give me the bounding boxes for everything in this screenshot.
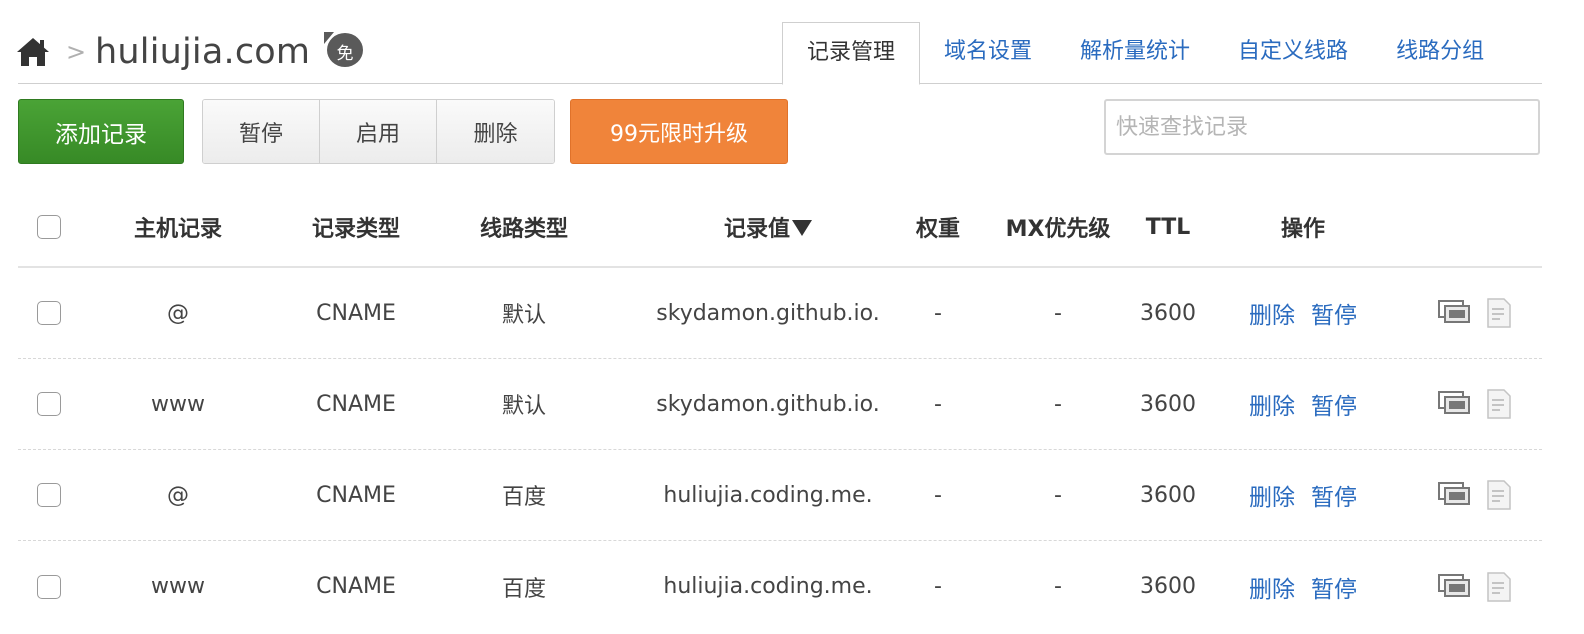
record-search-input[interactable] bbox=[1104, 99, 1540, 155]
add-record-button[interactable]: 添加记录 bbox=[18, 99, 184, 164]
ops-cell: 删除 暂停 bbox=[1228, 268, 1378, 358]
row-icons bbox=[1438, 450, 1534, 540]
column-header-value-label: 记录值 bbox=[723, 217, 790, 242]
type-cell[interactable]: CNAME bbox=[286, 268, 426, 358]
remark-icon[interactable] bbox=[1486, 298, 1512, 328]
breadcrumb-separator: > bbox=[66, 38, 87, 66]
row-checkbox[interactable] bbox=[37, 301, 61, 325]
free-plan-badge: 免 bbox=[324, 30, 366, 70]
value-cell[interactable]: skydamon.github.io. bbox=[608, 359, 928, 449]
remark-icon[interactable] bbox=[1486, 389, 1512, 419]
monitor-icon[interactable] bbox=[1438, 573, 1472, 600]
delete-record-link[interactable]: 删除 bbox=[1249, 296, 1295, 330]
row-checkbox[interactable] bbox=[37, 392, 61, 416]
delete-record-link[interactable]: 删除 bbox=[1249, 478, 1295, 512]
column-header-ops: 操作 bbox=[1280, 217, 1325, 242]
enable-button[interactable]: 启用 bbox=[320, 100, 437, 163]
row-checkbox[interactable] bbox=[37, 574, 61, 599]
domain-title: huliujia.com bbox=[95, 32, 311, 72]
mx-cell[interactable]: - bbox=[993, 268, 1123, 358]
weight-cell: - bbox=[934, 391, 942, 417]
value-cell[interactable]: skydamon.github.io. bbox=[608, 268, 928, 358]
line-cell[interactable]: 默认 bbox=[454, 268, 594, 358]
line-cell[interactable]: 百度 bbox=[454, 541, 594, 632]
row-checkbox[interactable] bbox=[37, 483, 61, 507]
mx-cell[interactable]: - bbox=[993, 541, 1123, 632]
table-header: 主机记录 记录类型 线路类型 记录值 权重 MX优先级 TTL 操作 bbox=[18, 188, 1542, 268]
home-icon[interactable] bbox=[16, 36, 50, 68]
ttl-cell[interactable]: 3600 bbox=[1128, 268, 1208, 358]
row-icons bbox=[1438, 268, 1534, 358]
column-header-mx: MX优先级 bbox=[1005, 217, 1111, 242]
monitor-icon[interactable] bbox=[1438, 482, 1472, 508]
table-row: www CNAME 默认 skydamon.github.io. - - 360… bbox=[18, 359, 1542, 450]
host-cell[interactable]: @ bbox=[110, 450, 246, 540]
bulk-action-group: 暂停 启用 删除 bbox=[202, 99, 555, 164]
column-header-weight: 权重 bbox=[915, 217, 960, 242]
host-cell[interactable]: @ bbox=[110, 268, 246, 358]
sort-desc-icon bbox=[792, 220, 812, 236]
value-cell[interactable]: huliujia.coding.me. bbox=[608, 450, 928, 540]
weight-cell: - bbox=[934, 482, 942, 508]
monitor-icon[interactable] bbox=[1438, 391, 1472, 417]
pause-record-link[interactable]: 暂停 bbox=[1311, 296, 1357, 330]
type-cell[interactable]: CNAME bbox=[286, 359, 426, 449]
remark-icon[interactable] bbox=[1486, 571, 1512, 602]
ops-cell: 删除 暂停 bbox=[1228, 541, 1378, 632]
header-divider bbox=[18, 83, 1542, 84]
weight-cell: - bbox=[934, 300, 942, 326]
row-icons bbox=[1438, 541, 1534, 632]
value-cell[interactable]: huliujia.coding.me. bbox=[608, 541, 928, 632]
line-cell[interactable]: 百度 bbox=[454, 450, 594, 540]
ttl-cell[interactable]: 3600 bbox=[1128, 359, 1208, 449]
column-header-value[interactable]: 记录值 bbox=[608, 188, 928, 266]
tab-line-groups[interactable]: 线路分组 bbox=[1372, 22, 1508, 84]
pause-record-link[interactable]: 暂停 bbox=[1311, 570, 1357, 604]
column-header-line[interactable]: 线路类型 bbox=[454, 188, 594, 266]
line-cell[interactable]: 默认 bbox=[454, 359, 594, 449]
type-cell[interactable]: CNAME bbox=[286, 541, 426, 632]
tab-custom-lines[interactable]: 自定义线路 bbox=[1214, 22, 1372, 84]
pause-record-link[interactable]: 暂停 bbox=[1311, 478, 1357, 512]
page-header: > huliujia.com 免 记录管理 域名设置 解析量统计 自定义线路 线… bbox=[0, 0, 1584, 86]
tab-record-management[interactable]: 记录管理 bbox=[782, 22, 921, 85]
table-row: @ CNAME 百度 huliujia.coding.me. - - 3600 … bbox=[18, 450, 1542, 541]
host-cell[interactable]: www bbox=[110, 359, 246, 449]
tab-domain-settings[interactable]: 域名设置 bbox=[920, 22, 1056, 84]
ttl-cell[interactable]: 3600 bbox=[1128, 450, 1208, 540]
free-plan-badge-text: 免 bbox=[336, 44, 354, 64]
pause-button[interactable]: 暂停 bbox=[203, 100, 320, 163]
host-cell[interactable]: www bbox=[110, 541, 246, 632]
delete-record-link[interactable]: 删除 bbox=[1249, 570, 1295, 604]
column-header-type[interactable]: 记录类型 bbox=[286, 188, 426, 266]
delete-record-link[interactable]: 删除 bbox=[1249, 387, 1295, 421]
column-header-ttl: TTL bbox=[1145, 214, 1191, 240]
records-table: 主机记录 记录类型 线路类型 记录值 权重 MX优先级 TTL 操作 @ CNA… bbox=[18, 188, 1542, 632]
monitor-icon[interactable] bbox=[1438, 300, 1472, 326]
ttl-cell[interactable]: 3600 bbox=[1128, 541, 1208, 632]
domain-tabs: 记录管理 域名设置 解析量统计 自定义线路 线路分组 bbox=[782, 22, 1508, 85]
ops-cell: 删除 暂停 bbox=[1228, 359, 1378, 449]
ops-cell: 删除 暂停 bbox=[1228, 450, 1378, 540]
pause-record-link[interactable]: 暂停 bbox=[1311, 387, 1357, 421]
remark-icon[interactable] bbox=[1486, 480, 1512, 510]
type-cell[interactable]: CNAME bbox=[286, 450, 426, 540]
mx-cell[interactable]: - bbox=[993, 359, 1123, 449]
upgrade-button[interactable]: 99元限时升级 bbox=[570, 99, 788, 164]
table-row: www CNAME 百度 huliujia.coding.me. - - 360… bbox=[18, 541, 1542, 632]
tab-query-statistics[interactable]: 解析量统计 bbox=[1056, 22, 1214, 84]
delete-button[interactable]: 删除 bbox=[437, 100, 554, 163]
column-header-host[interactable]: 主机记录 bbox=[110, 188, 246, 266]
table-row: @ CNAME 默认 skydamon.github.io. - - 3600 … bbox=[18, 268, 1542, 359]
row-icons bbox=[1438, 359, 1534, 449]
mx-cell[interactable]: - bbox=[993, 450, 1123, 540]
weight-cell: - bbox=[934, 574, 942, 599]
select-all-checkbox[interactable] bbox=[37, 215, 61, 239]
